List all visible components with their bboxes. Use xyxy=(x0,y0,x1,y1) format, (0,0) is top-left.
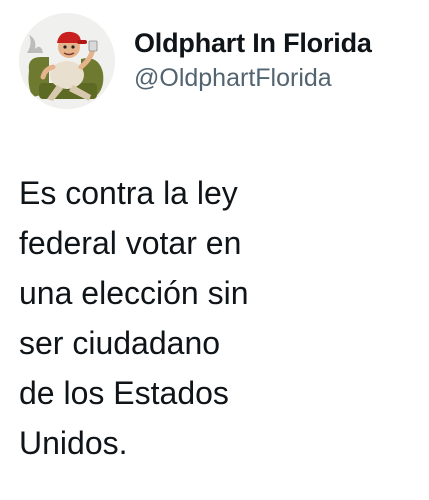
author-display-name[interactable]: Oldphart In Florida xyxy=(134,27,429,59)
tweet-text-line: federal votar en xyxy=(19,225,242,261)
cartoon-old-man-avatar-icon xyxy=(19,13,115,109)
tweet-text-line: Unidos. xyxy=(19,425,128,461)
avatar[interactable] xyxy=(19,13,115,109)
tweet-text: Es contra la ley federal votar en una el… xyxy=(19,168,419,468)
tweet-text-line: una elección sin xyxy=(19,275,249,311)
tweet-text-line: de los Estados xyxy=(19,375,229,411)
author-handle[interactable]: @OldphartFlorida xyxy=(134,63,429,93)
tweet: Oldphart In Florida @OldphartFlorida Es … xyxy=(0,0,429,500)
tweet-text-line: Es contra la ley xyxy=(19,175,238,211)
tweet-text-line: ser ciudadano xyxy=(19,325,221,361)
author-info: Oldphart In Florida @OldphartFlorida xyxy=(134,27,429,93)
